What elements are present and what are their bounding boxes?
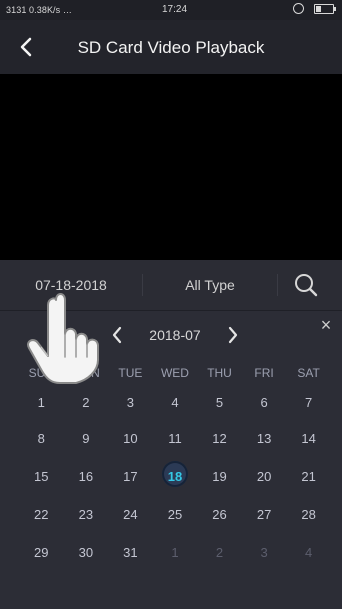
status-left: 3131 0.38K/s … xyxy=(6,5,72,15)
calendar-week: 1 2 3 4 5 6 7 xyxy=(19,386,331,420)
calendar-day[interactable]: 11 xyxy=(153,422,198,456)
calendar-day[interactable]: 20 xyxy=(242,460,287,494)
weekday-label: FRI xyxy=(254,366,274,380)
calendar-day[interactable]: 3 xyxy=(108,386,153,420)
status-bar: 3131 0.38K/s … 17:24 xyxy=(0,0,342,20)
calendar-week: 22 23 24 25 26 27 28 xyxy=(19,498,331,532)
calendar-day[interactable]: 24 xyxy=(108,498,153,532)
calendar-day[interactable]: 30 xyxy=(64,536,109,570)
calendar-week: 8 9 10 11 12 13 14 xyxy=(19,422,331,456)
calendar-day[interactable]: 31 xyxy=(108,536,153,570)
calendar-day[interactable]: 7 xyxy=(286,386,331,420)
close-icon[interactable]: × xyxy=(316,315,336,335)
calendar-day[interactable]: 12 xyxy=(197,422,242,456)
weekday-label: SAT xyxy=(297,366,320,380)
calendar-day[interactable]: 8 xyxy=(19,422,64,456)
calendar-day[interactable]: 22 xyxy=(19,498,64,532)
calendar-day[interactable]: 2 xyxy=(64,386,109,420)
calendar-day[interactable]: 27 xyxy=(242,498,287,532)
weekday-label: TUE xyxy=(118,366,143,380)
battery-icon xyxy=(314,3,336,14)
chevron-left-icon[interactable] xyxy=(110,326,124,344)
status-icons xyxy=(293,3,336,14)
calendar-day[interactable]: 28 xyxy=(286,498,331,532)
calendar-day[interactable]: 6 xyxy=(242,386,287,420)
calendar-day-selected[interactable]: 18 xyxy=(153,460,198,494)
selected-day-number: 18 xyxy=(167,469,183,484)
calendar-week: 29 30 31 1 2 3 4 xyxy=(19,536,331,570)
calendar-day[interactable]: 29 xyxy=(19,536,64,570)
calendar-popup: × 2018-07 SUN MON TUE WED THU FRI SAT 1 … xyxy=(0,311,342,609)
calendar-day[interactable]: 19 xyxy=(197,460,242,494)
calendar-day[interactable]: 1 xyxy=(19,386,64,420)
type-filter-button[interactable]: All Type xyxy=(143,260,277,310)
date-filter-button[interactable]: 07-18-2018 xyxy=(0,260,142,310)
status-time: 17:24 xyxy=(162,4,188,15)
month-label: 2018-07 xyxy=(149,327,201,343)
calendar-day[interactable]: 16 xyxy=(64,460,109,494)
calendar-day[interactable]: 4 xyxy=(153,386,198,420)
calendar-day[interactable]: 25 xyxy=(153,498,198,532)
calendar-day-next-month: 4 xyxy=(305,545,313,560)
weekday-label: WED xyxy=(160,366,189,380)
calendar-week: 15 16 17 18 19 20 21 xyxy=(19,460,331,494)
weekday-header: SUN MON TUE WED THU FRI SAT xyxy=(19,366,331,380)
calendar-day-next-month: 2 xyxy=(215,545,224,560)
page-title: SD Card Video Playback xyxy=(77,38,265,57)
calendar-day[interactable]: 14 xyxy=(286,422,331,456)
calendar-day[interactable]: 13 xyxy=(242,422,287,456)
calendar-day[interactable]: 26 xyxy=(197,498,242,532)
filter-divider xyxy=(277,274,278,296)
calendar-day[interactable]: 23 xyxy=(64,498,109,532)
calendar-day[interactable]: 10 xyxy=(108,422,153,456)
calendar-day-next-month: 1 xyxy=(171,545,179,560)
video-player[interactable] xyxy=(0,74,342,260)
calendar-day-next-month: 3 xyxy=(260,545,268,560)
chevron-right-icon[interactable] xyxy=(226,326,240,344)
alarm-icon xyxy=(293,3,304,14)
search-icon[interactable] xyxy=(291,271,321,299)
weekday-label: THU xyxy=(207,366,232,380)
calendar-day[interactable]: 15 xyxy=(19,460,64,494)
weekday-label: MON xyxy=(71,366,100,380)
calendar-day[interactable]: 5 xyxy=(197,386,242,420)
calendar-day[interactable]: 21 xyxy=(286,460,331,494)
calendar-day[interactable]: 9 xyxy=(64,422,109,456)
filter-bar: 07-18-2018 All Type xyxy=(0,260,342,311)
month-navigation: 2018-07 xyxy=(110,325,240,345)
weekday-label: SUN xyxy=(28,366,54,380)
header: SD Card Video Playback xyxy=(0,20,342,74)
calendar-day[interactable]: 17 xyxy=(108,460,153,494)
